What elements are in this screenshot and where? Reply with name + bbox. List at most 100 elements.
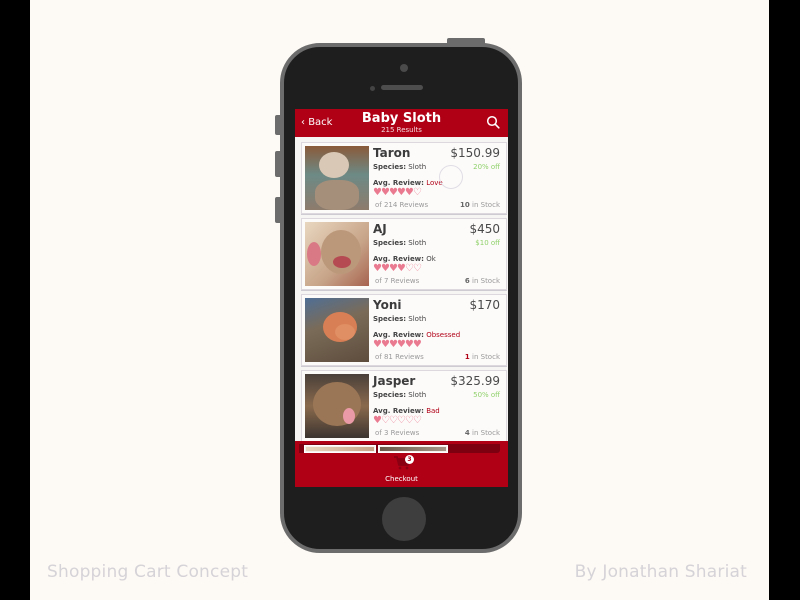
mute-switch (275, 115, 280, 135)
search-icon[interactable] (486, 115, 500, 129)
product-discount: 50% off (473, 391, 500, 399)
rating-hearts: ♥♥♥♥♡♡ (373, 263, 422, 275)
heart-filled-icon: ♥ (396, 263, 406, 274)
heart-filled-icon: ♥ (412, 339, 422, 350)
product-species: Species: Sloth (373, 239, 426, 247)
heart-filled-icon: ♥ (380, 187, 390, 198)
product-card[interactable]: AJ $450 $10 off Species: Sloth Avg. Revi… (301, 218, 507, 290)
species-label: Species: (373, 163, 407, 171)
rating-hearts: ♥♡♡♡♡♡ (373, 415, 422, 427)
product-name: AJ (373, 222, 387, 236)
product-name: Yoni (373, 298, 402, 312)
product-name: Taron (373, 146, 411, 160)
front-camera (400, 64, 408, 72)
product-review: Avg. Review: Ok (373, 255, 436, 263)
review-label: Avg. Review: (373, 331, 424, 339)
cart-tray: 3 Checkout (295, 441, 508, 487)
stock-count: 1 in Stock (465, 353, 500, 361)
touch-indicator (439, 165, 463, 189)
heart-empty-icon: ♡ (380, 415, 390, 426)
product-photo (305, 222, 369, 286)
stock-count: 10 in Stock (460, 201, 500, 209)
heart-filled-icon: ♥ (396, 339, 406, 350)
rating-hearts: ♥♥♥♥♥♡ (373, 187, 422, 199)
heart-filled-icon: ♥ (373, 187, 382, 198)
power-button (447, 38, 485, 44)
species-label: Species: (373, 315, 407, 323)
stock-number: 10 (460, 201, 470, 209)
review-value: Obsessed (426, 331, 461, 339)
heart-filled-icon: ♥ (396, 187, 406, 198)
product-discount: 20% off (473, 163, 500, 171)
heart-empty-icon: ♡ (404, 415, 414, 426)
home-button[interactable] (382, 497, 426, 541)
species-label: Species: (373, 391, 407, 399)
proximity-sensor (370, 86, 375, 91)
species-value: Sloth (408, 163, 427, 171)
product-discount: $10 off (475, 239, 500, 247)
species-value: Sloth (408, 315, 427, 323)
rating-hearts: ♥♥♥♥♥♥ (373, 339, 422, 351)
product-review: Avg. Review: Love (373, 179, 443, 187)
product-review: Avg. Review: Obsessed (373, 331, 460, 339)
product-species: Species: Sloth (373, 163, 426, 171)
heart-filled-icon: ♥ (373, 415, 382, 426)
product-price: $150.99 (450, 146, 500, 160)
stock-label: in Stock (472, 277, 500, 285)
product-price: $450 (469, 222, 500, 236)
product-photo (305, 146, 369, 210)
review-label: Avg. Review: (373, 255, 424, 263)
review-label: Avg. Review: (373, 407, 424, 415)
heart-filled-icon: ♥ (404, 339, 414, 350)
product-name: Jasper (373, 374, 416, 388)
product-price: $325.99 (450, 374, 500, 388)
review-count: of 3 Reviews (375, 429, 420, 437)
volume-up-button (275, 151, 280, 177)
species-value: Sloth (408, 391, 427, 399)
stock-label: in Stock (472, 429, 500, 437)
species-value: Sloth (408, 239, 427, 247)
product-species: Species: Sloth (373, 391, 426, 399)
stock-label: in Stock (472, 201, 500, 209)
heart-filled-icon: ♥ (388, 263, 398, 274)
stock-number: 1 (464, 353, 470, 361)
caption-author: By Jonathan Shariat (574, 562, 747, 582)
product-photo (305, 298, 369, 362)
stock-number: 6 (464, 277, 470, 285)
cart-item-thumb[interactable] (378, 445, 448, 453)
heart-empty-icon: ♡ (396, 415, 406, 426)
heart-empty-icon: ♡ (412, 187, 422, 198)
cart-count-badge: 3 (405, 455, 414, 464)
checkout-button[interactable]: Checkout (295, 475, 508, 483)
page-title: Baby Sloth (361, 111, 442, 126)
review-value: Ok (426, 255, 436, 263)
heart-empty-icon: ♡ (412, 263, 422, 274)
cart-item-thumb[interactable] (304, 445, 376, 453)
volume-down-button (275, 197, 280, 223)
stock-count: 6 in Stock (465, 277, 500, 285)
heart-empty-icon: ♡ (404, 263, 414, 274)
heart-filled-icon: ♥ (373, 263, 382, 274)
product-card[interactable]: Yoni $170 Species: Sloth Avg. Review: Ob… (301, 294, 507, 366)
caption-title: Shopping Cart Concept (47, 562, 249, 582)
product-card[interactable]: Taron $150.99 20% off Species: Sloth Avg… (301, 142, 507, 214)
phone-frame: ‹ Back Baby Sloth 215 Results Taron $150… (275, 38, 522, 553)
heart-filled-icon: ♥ (388, 187, 398, 198)
heart-filled-icon: ♥ (388, 339, 398, 350)
stock-number: 4 (464, 429, 470, 437)
results-count: 215 Results (381, 126, 422, 134)
review-value: Bad (426, 407, 440, 415)
heart-empty-icon: ♡ (388, 415, 398, 426)
review-count: of 214 Reviews (375, 201, 429, 209)
app-screen: ‹ Back Baby Sloth 215 Results Taron $150… (295, 109, 508, 487)
background: Shopping Cart Concept By Jonathan Sharia… (30, 0, 769, 600)
nav-bar: ‹ Back Baby Sloth 215 Results (295, 109, 508, 137)
species-label: Species: (373, 239, 407, 247)
earpiece-speaker (381, 85, 423, 90)
stock-count: 4 in Stock (465, 429, 500, 437)
heart-filled-icon: ♥ (380, 263, 390, 274)
heart-empty-icon: ♡ (412, 415, 422, 426)
product-card[interactable]: Jasper $325.99 50% off Species: Sloth Av… (301, 370, 507, 442)
review-count: of 7 Reviews (375, 277, 420, 285)
stock-label: in Stock (472, 353, 500, 361)
